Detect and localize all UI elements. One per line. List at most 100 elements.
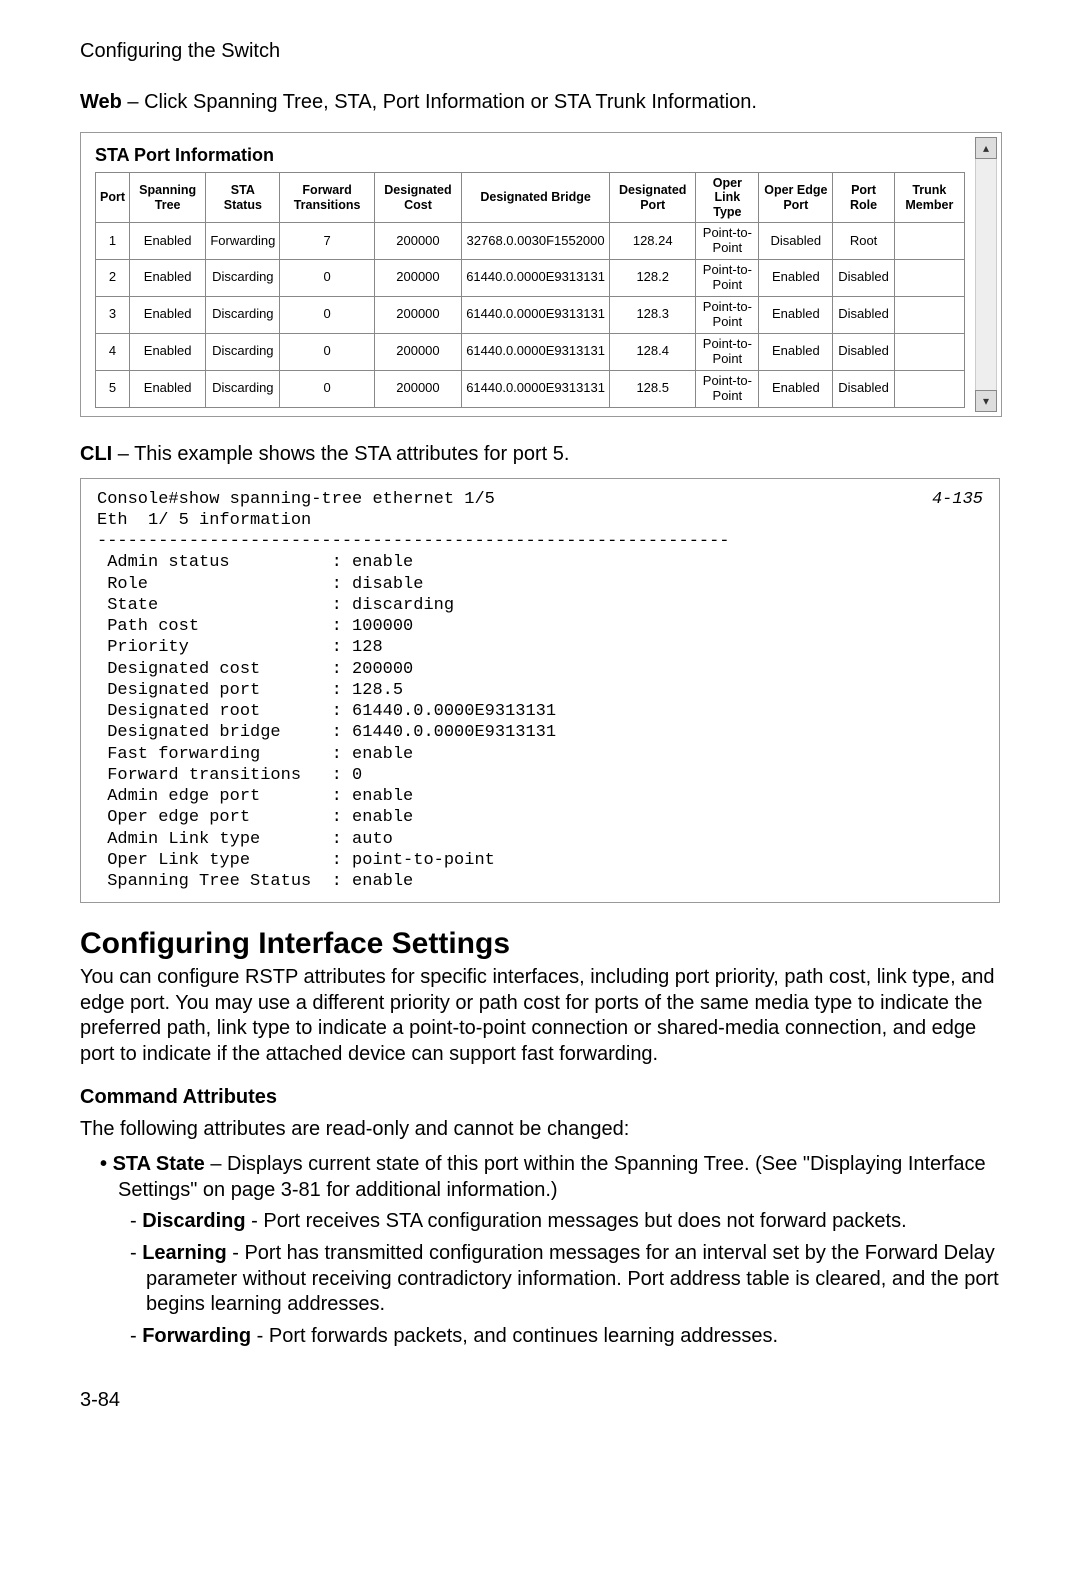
table-cell: Enabled	[759, 296, 833, 333]
table-cell: Point-to-Point	[696, 296, 759, 333]
table-cell: 128.2	[610, 260, 696, 297]
sublist-label: Forwarding	[142, 1325, 251, 1347]
table-cell: 128.3	[610, 296, 696, 333]
col-port-role: Port Role	[833, 173, 894, 223]
sublist-text: - Port has transmitted configuration mes…	[146, 1242, 999, 1315]
running-header: Configuring the Switch	[80, 40, 1000, 63]
table-cell	[894, 370, 964, 407]
table-cell: 200000	[374, 296, 461, 333]
cli-page-ref: 4-135	[932, 489, 983, 510]
col-sta-status: STA Status	[206, 173, 280, 223]
table-row: 1EnabledForwarding720000032768.0.0030F15…	[96, 223, 965, 260]
table-cell: 0	[280, 260, 374, 297]
table-cell: 32768.0.0030F1552000	[462, 223, 610, 260]
table-cell: 3	[96, 296, 130, 333]
table-cell: 200000	[374, 223, 461, 260]
table-cell: 128.24	[610, 223, 696, 260]
cli-output-block: 4-135 Console#show spanning-tree ethernet…	[80, 478, 1000, 904]
table-cell: Root	[833, 223, 894, 260]
table-cell: 4	[96, 333, 130, 370]
table-cell	[894, 223, 964, 260]
table-row: 4EnabledDiscarding020000061440.0.0000E93…	[96, 333, 965, 370]
table-row: 5EnabledDiscarding020000061440.0.0000E93…	[96, 370, 965, 407]
table-cell: Enabled	[130, 223, 206, 260]
page-number: 3-84	[80, 1389, 1000, 1412]
table-cell: Point-to-Point	[696, 370, 759, 407]
table-cell: Forwarding	[206, 223, 280, 260]
table-cell: 5	[96, 370, 130, 407]
table-cell: Disabled	[833, 333, 894, 370]
col-spanning-tree: Spanning Tree	[130, 173, 206, 223]
table-cell: 0	[280, 296, 374, 333]
table-cell: Enabled	[759, 370, 833, 407]
table-cell: Enabled	[759, 333, 833, 370]
list-item: Discarding - Port receives STA configura…	[146, 1209, 1000, 1235]
attributes-list: STA State – Displays current state of th…	[80, 1152, 1000, 1349]
list-item: Forwarding - Port forwards packets, and …	[146, 1324, 1000, 1350]
col-forward-transitions: Forward Transitions	[280, 173, 374, 223]
sta-port-table: Port Spanning Tree STA Status Forward Tr…	[95, 172, 965, 408]
col-designated-bridge: Designated Bridge	[462, 173, 610, 223]
table-row: 2EnabledDiscarding020000061440.0.0000E93…	[96, 260, 965, 297]
table-cell: 0	[280, 370, 374, 407]
table-cell: Enabled	[130, 333, 206, 370]
table-cell: 0	[280, 333, 374, 370]
section-heading: Configuring Interface Settings	[80, 927, 1000, 961]
scroll-down-icon[interactable]: ▾	[975, 390, 997, 412]
col-designated-port: Designated Port	[610, 173, 696, 223]
table-cell: 61440.0.0000E9313131	[462, 333, 610, 370]
cli-body-text: Console#show spanning-tree ethernet 1/5 …	[97, 490, 730, 892]
col-port: Port	[96, 173, 130, 223]
col-oper-edge-port: Oper Edge Port	[759, 173, 833, 223]
table-cell: Discarding	[206, 296, 280, 333]
table-cell: Enabled	[130, 296, 206, 333]
table-cell: Point-to-Point	[696, 223, 759, 260]
table-cell: Enabled	[130, 370, 206, 407]
table-cell	[894, 333, 964, 370]
section-body: You can configure RSTP attributes for sp…	[80, 965, 1000, 1067]
col-oper-link-type: Oper Link Type	[696, 173, 759, 223]
table-cell	[894, 260, 964, 297]
col-trunk-member: Trunk Member	[894, 173, 964, 223]
table-cell: 61440.0.0000E9313131	[462, 370, 610, 407]
web-prefix: Web	[80, 91, 122, 113]
web-text: – Click Spanning Tree, STA, Port Informa…	[122, 91, 757, 113]
col-designated-cost: Designated Cost	[374, 173, 461, 223]
table-cell: Disabled	[833, 296, 894, 333]
cli-intro-text: – This example shows the STA attributes …	[112, 443, 569, 465]
table-cell: Point-to-Point	[696, 260, 759, 297]
sublist-text: - Port receives STA configuration messag…	[246, 1210, 907, 1232]
table-cell: 1	[96, 223, 130, 260]
sta-state-text: – Displays current state of this port wi…	[118, 1153, 986, 1201]
table-cell: Point-to-Point	[696, 333, 759, 370]
web-instruction: Web – Click Spanning Tree, STA, Port Inf…	[80, 91, 1000, 114]
table-header-row: Port Spanning Tree STA Status Forward Tr…	[96, 173, 965, 223]
table-cell: 200000	[374, 260, 461, 297]
scroll-up-icon[interactable]: ▴	[975, 137, 997, 159]
list-item: STA State – Displays current state of th…	[118, 1152, 1000, 1349]
cli-prefix: CLI	[80, 443, 112, 465]
table-cell: Disabled	[759, 223, 833, 260]
sublist-label: Discarding	[142, 1210, 245, 1232]
panel-title: STA Port Information	[95, 145, 965, 166]
table-cell: Discarding	[206, 260, 280, 297]
table-cell: 2	[96, 260, 130, 297]
sublist-text: - Port forwards packets, and continues l…	[251, 1325, 778, 1347]
table-cell: 128.5	[610, 370, 696, 407]
table-cell: 128.4	[610, 333, 696, 370]
table-cell: Enabled	[130, 260, 206, 297]
table-cell: Enabled	[759, 260, 833, 297]
scrollbar-track[interactable]	[975, 159, 997, 390]
command-attributes-label: Command Attributes	[80, 1086, 1000, 1109]
table-cell: 61440.0.0000E9313131	[462, 296, 610, 333]
readonly-intro: The following attributes are read-only a…	[80, 1117, 1000, 1143]
table-cell: 61440.0.0000E9313131	[462, 260, 610, 297]
cli-instruction: CLI – This example shows the STA attribu…	[80, 443, 1000, 466]
sta-state-label: STA State	[113, 1153, 205, 1175]
sta-state-sublist: Discarding - Port receives STA configura…	[118, 1209, 1000, 1349]
table-cell: 200000	[374, 370, 461, 407]
sublist-label: Learning	[142, 1242, 226, 1264]
table-cell: 7	[280, 223, 374, 260]
table-cell: Disabled	[833, 370, 894, 407]
table-cell: 200000	[374, 333, 461, 370]
